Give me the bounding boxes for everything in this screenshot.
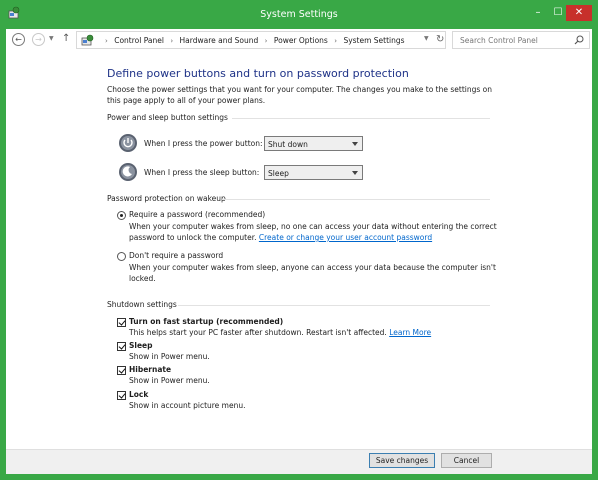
maximize-button[interactable]: ☐	[550, 5, 566, 21]
shutdown-section-header: Shutdown settings	[107, 300, 177, 309]
require-password-desc: When your computer wakes from sleep, no …	[129, 221, 499, 243]
sleep-button-icon	[119, 163, 137, 181]
refresh-icon[interactable]: ↻	[436, 34, 444, 45]
section-divider	[222, 199, 490, 200]
sleep-checkbox[interactable]	[117, 342, 126, 351]
page-title: Define power buttons and turn on passwor…	[107, 67, 409, 80]
footer-bar: Save changes Cancel	[6, 449, 592, 474]
require-password-radio[interactable]	[117, 211, 126, 220]
power-button-select-value: Shut down	[268, 140, 308, 149]
sleep-button-select-value: Sleep	[268, 169, 289, 178]
breadcrumb: › Control Panel › Hardware and Sound › P…	[101, 36, 405, 45]
sleep-button-label: When I press the sleep button:	[144, 168, 260, 177]
back-arrow-icon: ←	[15, 35, 22, 44]
power-button-select[interactable]: Shut down	[264, 136, 363, 151]
breadcrumb-control-panel[interactable]: Control Panel	[114, 36, 164, 45]
address-bar: ← → ▼ ↑ › Control Panel › Hardware and S…	[6, 29, 592, 51]
window-title: System Settings	[260, 9, 338, 20]
search-box[interactable]: Search Control Panel	[452, 31, 590, 49]
cancel-button[interactable]: Cancel	[441, 453, 492, 468]
breadcrumb-hardware-and-sound[interactable]: Hardware and Sound	[180, 36, 259, 45]
lock-desc: Show in account picture menu.	[129, 401, 246, 410]
main-content: Define power buttons and turn on passwor…	[6, 51, 592, 449]
breadcrumb-separator-icon: ›	[170, 37, 174, 45]
recent-locations-dropdown-icon[interactable]: ▼	[49, 35, 54, 42]
power-button-label: When I press the power button:	[144, 139, 263, 148]
section-divider	[178, 305, 490, 306]
hibernate-checkbox[interactable]	[117, 366, 126, 375]
up-arrow-icon[interactable]: ↑	[62, 33, 70, 44]
forward-button[interactable]: →	[32, 33, 45, 46]
breadcrumb-separator-icon: ›	[105, 37, 108, 45]
power-button-icon	[119, 134, 137, 152]
breadcrumb-separator-icon: ›	[334, 37, 338, 45]
forward-arrow-icon: →	[35, 35, 42, 44]
close-button[interactable]: ✕	[566, 5, 592, 21]
address-field[interactable]: › Control Panel › Hardware and Sound › P…	[76, 31, 446, 49]
window: System Settings – ☐ ✕ ← → ▼ ↑ › Control …	[0, 0, 598, 480]
minimize-button[interactable]: –	[530, 5, 546, 21]
power-section-header: Power and sleep button settings	[107, 113, 228, 122]
page-intro: Choose the power settings that you want …	[107, 85, 493, 105]
title-bar: System Settings – ☐ ✕	[0, 0, 598, 29]
fast-startup-label[interactable]: Turn on fast startup (recommended)	[129, 317, 283, 326]
sleep-desc: Show in Power menu.	[129, 352, 210, 361]
search-input[interactable]: Search Control Panel	[460, 36, 538, 45]
sleep-button-select[interactable]: Sleep	[264, 165, 363, 180]
no-password-radio[interactable]	[117, 252, 126, 261]
fast-startup-desc: This helps start your PC faster after sh…	[129, 328, 431, 337]
change-password-link[interactable]: Create or change your user account passw…	[259, 233, 432, 242]
lock-checkbox[interactable]	[117, 391, 126, 400]
chevron-down-icon	[352, 171, 358, 175]
chevron-down-icon	[352, 142, 358, 146]
fast-startup-desc-text: This helps start your PC faster after sh…	[129, 328, 387, 337]
control-panel-icon	[81, 34, 94, 46]
address-dropdown-icon[interactable]: ▼	[424, 35, 429, 42]
password-section-header: Password protection on wakeup	[107, 194, 226, 203]
breadcrumb-power-options[interactable]: Power Options	[274, 36, 328, 45]
breadcrumb-separator-icon: ›	[264, 37, 268, 45]
hibernate-desc: Show in Power menu.	[129, 376, 210, 385]
save-changes-button[interactable]: Save changes	[369, 453, 435, 468]
search-icon[interactable]	[574, 35, 584, 45]
fast-startup-checkbox[interactable]	[117, 318, 126, 327]
no-password-desc: When your computer wakes from sleep, any…	[129, 263, 496, 283]
sleep-label[interactable]: Sleep	[129, 341, 153, 350]
no-password-label[interactable]: Don't require a password	[129, 251, 223, 260]
breadcrumb-system-settings[interactable]: System Settings	[343, 36, 404, 45]
lock-label[interactable]: Lock	[129, 390, 148, 399]
section-divider	[232, 118, 490, 119]
learn-more-link[interactable]: Learn More	[389, 328, 431, 337]
hibernate-label[interactable]: Hibernate	[129, 365, 171, 374]
require-password-label[interactable]: Require a password (recommended)	[129, 210, 265, 219]
back-button[interactable]: ←	[12, 33, 25, 46]
